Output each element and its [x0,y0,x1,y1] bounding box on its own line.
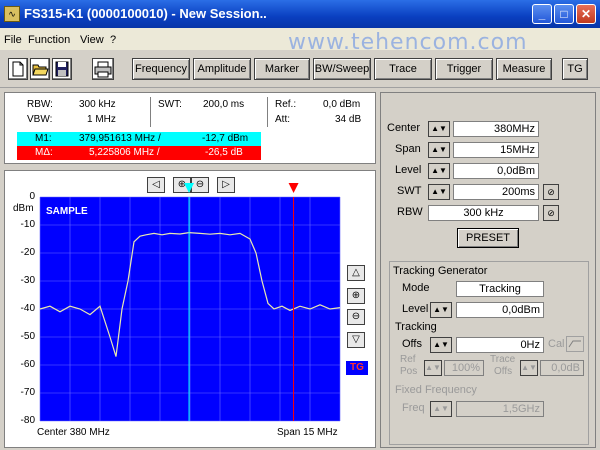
menu-view[interactable]: View [80,34,104,46]
swt-input[interactable]: 200ms [453,184,539,200]
tg-offset-input[interactable]: 0Hz [456,337,544,353]
marker-delta-label: MΔ: [35,147,53,158]
fixed-freq-label: Freq [402,402,425,414]
rbw-value: 300 kHz [79,99,116,110]
app-icon: ∿ [4,6,20,22]
span-label: Span [395,143,421,155]
print-icon[interactable] [92,58,114,80]
title-bar[interactable]: ∿ FS315-K1 (0000100010) - New Session.. … [0,0,600,28]
scroll-down-button[interactable]: ▽ [347,332,365,348]
trace-offs-input[interactable]: 0,0dB [540,360,584,376]
amplitude-button[interactable]: Amplitude [193,58,251,80]
trigger-button[interactable]: Trigger [435,58,493,80]
level-spinner[interactable]: ▲▼ [428,163,450,179]
marker1-readout[interactable]: M1: 379,951613 MHz / -12,7 dBm [17,132,261,146]
marker1-level: -12,7 dBm [202,133,249,144]
trace-button[interactable]: Trace [374,58,432,80]
ref-pos-label: Pos [400,366,418,377]
span-spinner[interactable]: ▲▼ [428,142,450,158]
center-frequency-label: Center 380 MHz [37,427,110,438]
span-input[interactable]: 15MHz [453,142,539,158]
settings-panel: Center ▲▼ 380MHz Span ▲▼ 15MHz Level ▲▼ … [380,92,596,448]
att-label: Att: [275,114,291,125]
measure-button[interactable]: Measure [496,58,552,80]
level-input[interactable]: 0,0dBm [453,163,539,179]
marker-delta-level: -26,5 dB [205,147,243,158]
ref-pos-input[interactable]: 100% [444,360,484,376]
marker-delta-readout[interactable]: MΔ: 5,225806 MHz / -26,5 dB [17,146,261,160]
vbw-label: VBW: [27,114,53,125]
swt-value: 200,0 ms [203,99,245,110]
minimize-button[interactable]: _ [532,4,552,24]
tg-level-spinner[interactable]: ▲▼ [430,302,452,318]
center-label: Center [387,122,421,134]
marker-delta-triangle [288,183,299,193]
spectrum-plot-frame: ◁ ⊕ ⊖ ▷ dBm 0 -10 -20 -30 -40 -50 -60 -7… [4,170,376,448]
tg-button[interactable]: TG [562,58,588,80]
maximize-button[interactable]: □ [554,4,574,24]
marker1-label: M1: [35,133,52,144]
tg-level-label: Level [402,303,429,315]
ref-pos-label: Ref [400,354,416,365]
separator [267,97,268,127]
save-disk-icon[interactable] [52,58,72,80]
measurement-info-panel: RBW: 300 kHz VBW: 1 MHz SWT: 200,0 ms Re… [4,92,376,164]
zoom-out-y-button[interactable]: ⊖ [347,309,365,325]
tracking-subtitle: Tracking [395,321,437,333]
tg-offset-spinner[interactable]: ▲▼ [430,337,452,353]
att-value: 34 dB [335,114,362,125]
spectrum-plot[interactable]: SAMPLE [5,171,375,447]
marker1-frequency: 379,951613 MHz / [79,133,161,144]
marker1-triangle [184,183,195,193]
tg-mode-select[interactable]: Tracking [456,281,544,297]
swt-spinner[interactable]: ▲▼ [428,184,450,200]
cal-label: Cal [548,338,565,350]
scroll-up-button[interactable]: △ [347,265,365,281]
ref-value: 0,0 dBm [323,99,361,110]
open-folder-icon[interactable] [30,58,50,80]
tg-level-input[interactable]: 0,0dBm [456,302,544,318]
fixed-freq-input[interactable]: 1,5GHz [456,401,544,417]
preset-button[interactable]: PRESET [457,228,519,248]
ref-label: Ref.: [275,99,297,110]
menu-file[interactable]: File [4,34,22,46]
tracking-generator-panel: Tracking Generator Mode Tracking Level ▲… [389,261,589,445]
fixed-freq-spinner[interactable]: ▲▼ [430,401,452,417]
frequency-button[interactable]: Frequency [132,58,190,80]
rbw-select[interactable]: 300 kHz [428,205,539,221]
zoom-in-y-button[interactable]: ⊕ [347,288,365,304]
trace-offs-label: Offs [494,366,513,377]
toolbar: Frequency Amplitude Marker BW/Sweep Trac… [0,50,600,88]
tracking-generator-title: Tracking Generator [393,265,488,277]
menu-function[interactable]: Function [28,34,70,46]
swt-label: SWT [397,185,422,197]
fixed-frequency-title: Fixed Frequency [395,384,477,396]
trace-offs-label: Trace [490,354,516,365]
menu-help[interactable]: ? [110,34,116,46]
vbw-value: 1 MHz [87,114,116,125]
separator [150,97,151,127]
trace-offs-spinner[interactable]: ▲▼ [520,360,538,376]
center-spinner[interactable]: ▲▼ [428,121,450,137]
marker-button[interactable]: Marker [254,58,310,80]
bw-sweep-button[interactable]: BW/Sweep [313,58,371,80]
ref-pos-spinner[interactable]: ▲▼ [424,360,442,376]
cal-icon[interactable] [566,336,584,352]
rbw-label: RBW: [27,99,53,110]
swt-auto-link-icon[interactable]: ⊘ [543,184,559,200]
tg-mode-label: Mode [402,282,430,294]
swt-label: SWT: [158,99,182,110]
close-button[interactable]: ✕ [576,4,596,24]
tg-indicator: TG [346,361,368,375]
rbw-auto-link-icon[interactable]: ⊘ [543,205,559,221]
tg-offset-label: Offs [402,338,422,350]
rbw-label: RBW [397,206,423,218]
detector-mode-label: SAMPLE [46,206,88,217]
marker-delta-frequency: 5,225806 MHz / [89,147,160,158]
span-label: Span 15 MHz [277,427,338,438]
new-file-icon[interactable] [8,58,28,80]
window-title: FS315-K1 (0000100010) - New Session.. [24,6,267,21]
level-label: Level [395,164,422,176]
center-input[interactable]: 380MHz [453,121,539,137]
